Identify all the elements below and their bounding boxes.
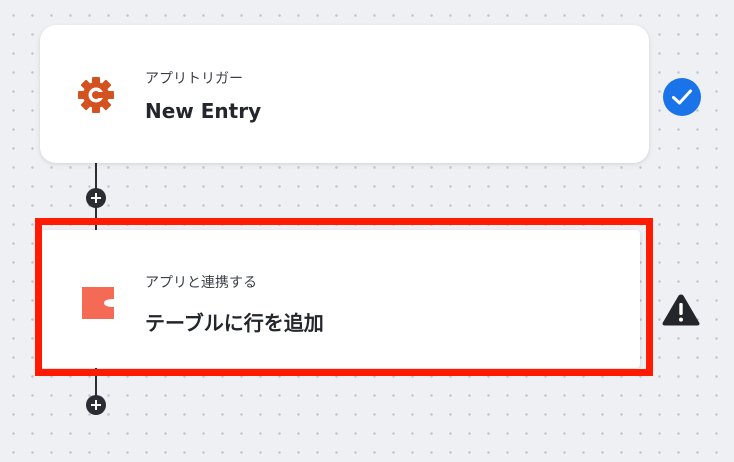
plus-icon xyxy=(91,193,101,203)
warning-triangle-icon xyxy=(661,292,701,328)
trigger-step-card[interactable]: アプリトリガー New Entry xyxy=(40,25,649,163)
highlight-frame xyxy=(35,218,653,376)
add-step-button[interactable] xyxy=(86,395,106,415)
check-circle-icon xyxy=(662,77,702,117)
step-title: New Entry xyxy=(145,99,262,123)
step-type-label: アプリトリガー xyxy=(145,71,243,87)
add-step-button[interactable] xyxy=(86,188,106,208)
cognito-forms-gear-icon xyxy=(76,75,116,115)
plus-icon xyxy=(91,400,101,410)
